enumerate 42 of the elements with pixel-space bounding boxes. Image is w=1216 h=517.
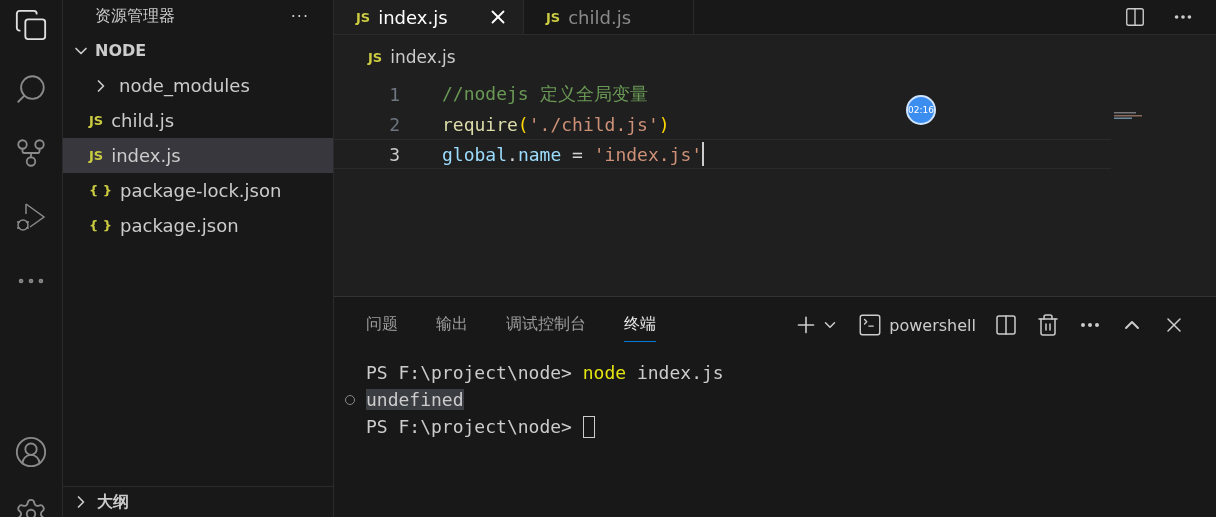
folder-header[interactable]: NODE (63, 33, 333, 68)
json-file-icon: { } (89, 183, 113, 198)
split-editor-icon[interactable] (1124, 6, 1146, 28)
split-terminal-icon[interactable] (994, 313, 1018, 337)
js-file-icon: JS (89, 113, 104, 128)
folder-name: NODE (95, 41, 147, 60)
file-tree-item[interactable]: JS child.js (63, 103, 333, 138)
search-icon[interactable] (14, 72, 48, 106)
timer-badge: 02:16 (906, 95, 936, 125)
panel-tab[interactable]: 调试控制台 (506, 308, 586, 342)
code-line: require('./child.js') (442, 113, 670, 135)
js-file-icon: JS (89, 148, 104, 163)
outline-section-header[interactable]: 大纲 (63, 486, 333, 517)
file-tree-item[interactable]: JS index.js (63, 138, 333, 173)
sidebar-title: 资源管理器 (95, 6, 175, 27)
js-file-icon: JS (546, 9, 561, 25)
file-tree-item[interactable]: { } package.json (63, 208, 333, 243)
file-tree-item[interactable]: { } package-lock.json (63, 173, 333, 208)
panel-tab[interactable]: 终端 (624, 308, 656, 342)
js-file-icon: JS (368, 49, 383, 65)
breadcrumb[interactable]: index.js (390, 47, 456, 67)
minimap-drawing (1114, 111, 1144, 119)
files-icon[interactable] (14, 8, 48, 42)
trash-icon[interactable] (1036, 313, 1060, 337)
file-tree-item[interactable]: node_modules (63, 68, 333, 103)
line-number: 2 (388, 113, 400, 135)
source-control-icon[interactable] (14, 136, 48, 170)
panel-tab[interactable]: 输出 (436, 308, 468, 342)
js-file-icon: JS (356, 9, 371, 25)
code-line: //nodejs 定义全局变量 (442, 82, 648, 106)
run-debug-icon[interactable] (14, 200, 48, 234)
line-number: 3 (388, 143, 400, 165)
more-button[interactable]: ··· (290, 7, 309, 26)
code-line: global.name = 'index.js' (442, 142, 705, 166)
terminal-selector[interactable]: powershell (857, 312, 976, 338)
editor-tab[interactable]: JS index.js (334, 0, 524, 34)
account-icon[interactable] (14, 435, 48, 469)
panel-tab[interactable]: 问题 (366, 308, 398, 342)
json-file-icon: { } (89, 218, 113, 233)
terminal-line: PS F:\project\node> node index.js (366, 362, 724, 383)
line-number: 1 (388, 83, 400, 105)
terminal-line: PS F:\project\node> (366, 416, 573, 437)
